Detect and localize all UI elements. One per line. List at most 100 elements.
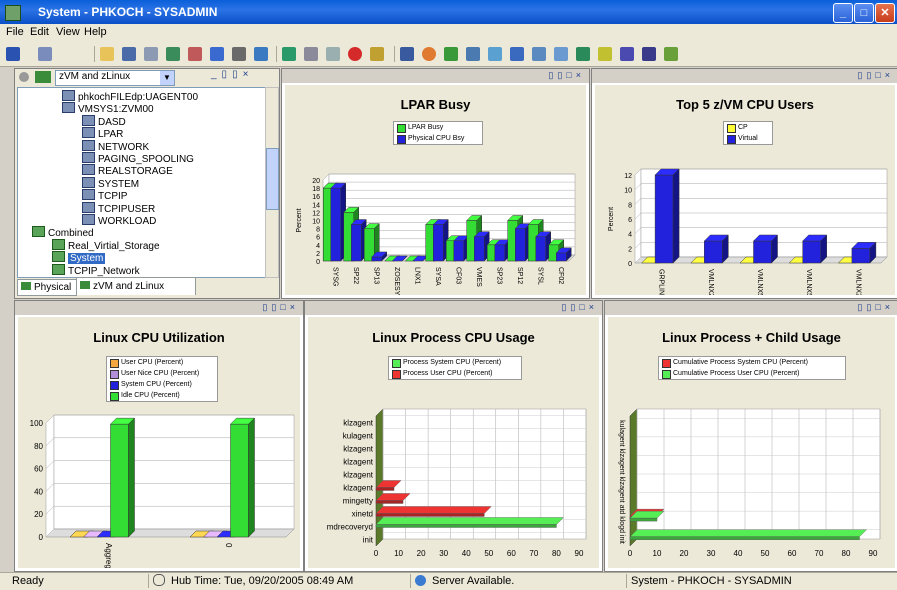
tree-item[interactable]: Combined bbox=[32, 226, 94, 239]
x-tick-label: ZOSESYSE bbox=[393, 267, 400, 295]
x-tick-label: 10 bbox=[653, 549, 662, 558]
gauge-icon[interactable] bbox=[488, 47, 502, 61]
bar-front bbox=[375, 500, 404, 504]
tree-item[interactable]: LPAR bbox=[82, 127, 123, 140]
browser-icon[interactable] bbox=[620, 47, 634, 61]
combined-icon bbox=[52, 251, 65, 263]
open-icon[interactable] bbox=[100, 47, 114, 61]
bar bbox=[375, 506, 492, 514]
plot-chart-icon[interactable] bbox=[466, 47, 480, 61]
panel-controls[interactable]: ▯▯□× bbox=[548, 70, 585, 81]
y-tick-label: 20 bbox=[34, 510, 43, 519]
link-icon[interactable] bbox=[188, 47, 202, 61]
tree-item-label: VMSYS1:ZVM00 bbox=[78, 104, 154, 116]
stop-icon[interactable] bbox=[348, 47, 362, 61]
left-wall bbox=[629, 408, 638, 547]
graphic-view-icon[interactable] bbox=[554, 47, 568, 61]
panel-controls[interactable]: ▯▯□× bbox=[857, 302, 894, 313]
edit-icon[interactable] bbox=[664, 47, 678, 61]
bar-side bbox=[248, 417, 255, 538]
pie-chart-icon[interactable] bbox=[422, 47, 436, 61]
x-tick-label: 0 bbox=[224, 543, 233, 548]
x-tick-label: 50 bbox=[484, 549, 493, 558]
forward-icon[interactable] bbox=[38, 47, 52, 61]
navigator-view-select-value: zVM and zLinux bbox=[59, 71, 131, 82]
toolbar bbox=[0, 42, 897, 67]
tree-item[interactable]: PAGING_SPOOLING bbox=[82, 152, 194, 165]
tree-item[interactable]: TCPIPUSER bbox=[82, 201, 156, 215]
tree-item[interactable]: SYSTEM bbox=[82, 176, 139, 190]
bar-chart-icon[interactable] bbox=[444, 47, 458, 61]
tree-item[interactable]: System bbox=[52, 251, 106, 265]
menu-view[interactable]: View bbox=[56, 26, 80, 38]
tree-scroll-thumb[interactable] bbox=[266, 148, 279, 210]
status-context: System - PHKOCH - SYSADMIN bbox=[626, 574, 897, 588]
tree-item[interactable]: phkochFILEdp:UAGENT00 bbox=[62, 90, 198, 103]
refresh-icon[interactable] bbox=[282, 47, 296, 61]
navigate-icon[interactable] bbox=[210, 47, 224, 61]
tree-item[interactable]: VMSYS1:ZVM00 bbox=[62, 102, 154, 116]
tree-item-label: TCPIP_Network bbox=[68, 265, 140, 277]
table-view-icon[interactable] bbox=[400, 47, 414, 61]
situation-icon[interactable] bbox=[304, 47, 318, 61]
take-action-icon[interactable] bbox=[576, 47, 590, 61]
maximize-button[interactable]: □ bbox=[854, 3, 874, 23]
close-button[interactable]: ✕ bbox=[875, 3, 895, 23]
find-icon[interactable] bbox=[232, 47, 246, 61]
tree-item[interactable]: WORKLOAD bbox=[82, 214, 156, 227]
bar bbox=[110, 423, 129, 538]
tree-item[interactable]: NETWORK bbox=[82, 139, 149, 153]
y-tick-label: 60 bbox=[34, 465, 43, 474]
minimize-button[interactable]: _ bbox=[833, 3, 853, 23]
x-tick-label: GRPLINUX bbox=[658, 269, 665, 295]
menu-help[interactable]: Help bbox=[84, 26, 107, 38]
menu-edit[interactable]: Edit bbox=[30, 26, 49, 38]
process-cpu-panel: ▯▯□× Linux Process CPU Usage Process Sys… bbox=[304, 300, 603, 572]
chevron-down-icon[interactable]: ▼ bbox=[160, 71, 174, 85]
bar bbox=[535, 236, 546, 262]
x-tick-label: SYSL bbox=[536, 267, 543, 285]
y-axis-label: kulagent klzagent klzagent atd klogd ini… bbox=[618, 420, 625, 544]
navigator-view-select[interactable]: zVM and zLinux ▼ bbox=[55, 70, 175, 86]
back-icon[interactable] bbox=[6, 47, 20, 61]
zvm-cpu-users-panel: ▯▯□× Top 5 z/VM CPU Users CP Virtual 024… bbox=[591, 68, 897, 299]
tree-item-label: TCPIP bbox=[98, 191, 128, 203]
message-log-icon[interactable] bbox=[642, 47, 656, 61]
notepad-icon[interactable] bbox=[510, 47, 524, 61]
tree-item-label: TCPIPUSER bbox=[98, 203, 156, 215]
menu-file[interactable]: File bbox=[6, 26, 24, 38]
tab-zvm-and-zlinux[interactable]: zVM and zLinux bbox=[76, 277, 196, 295]
sound-icon[interactable] bbox=[370, 47, 384, 61]
y-tick-label: 12 bbox=[312, 210, 320, 217]
tree-item[interactable]: REALSTORAGE bbox=[82, 164, 173, 177]
bar bbox=[494, 244, 505, 262]
x-tick-label: SP12 bbox=[516, 267, 523, 284]
workspace-icon bbox=[82, 152, 95, 163]
panel-controls[interactable]: ▯▯□× bbox=[561, 302, 598, 313]
tree-item[interactable]: TCPIP_Network bbox=[52, 263, 140, 277]
workspace-icon bbox=[82, 176, 95, 188]
tree-item[interactable]: DASD bbox=[82, 114, 126, 128]
properties-icon[interactable] bbox=[144, 47, 158, 61]
bar bbox=[230, 423, 249, 538]
linux-cpu-chart: 0 20 40 60 80 100 Aggregate 0 bbox=[30, 414, 295, 568]
y-tick-label: 12 bbox=[624, 173, 632, 180]
history-icon[interactable] bbox=[326, 47, 340, 61]
server-status-text: Server Available. bbox=[432, 575, 515, 587]
y-tick-label: 16 bbox=[312, 194, 320, 201]
tree-scrollbar[interactable] bbox=[265, 87, 279, 278]
terminal-icon[interactable] bbox=[598, 47, 612, 61]
panel-controls[interactable]: ▯▯□× bbox=[262, 302, 299, 313]
event-console-icon[interactable] bbox=[532, 47, 546, 61]
tab-physical[interactable]: Physical bbox=[17, 279, 77, 296]
workspace-icon[interactable] bbox=[166, 47, 180, 61]
tree-item[interactable]: TCPIP bbox=[82, 189, 128, 203]
clock-icon bbox=[153, 574, 165, 586]
tree-item[interactable]: Real_Virtial_Storage bbox=[52, 238, 160, 252]
help-icon[interactable] bbox=[254, 47, 268, 61]
workspace-icon bbox=[82, 127, 95, 139]
bar bbox=[330, 187, 341, 262]
panel-controls[interactable]: ▯▯□× bbox=[857, 70, 894, 81]
save-icon[interactable] bbox=[122, 47, 136, 61]
navigator-window-controls[interactable]: _▯▯× bbox=[211, 69, 253, 80]
